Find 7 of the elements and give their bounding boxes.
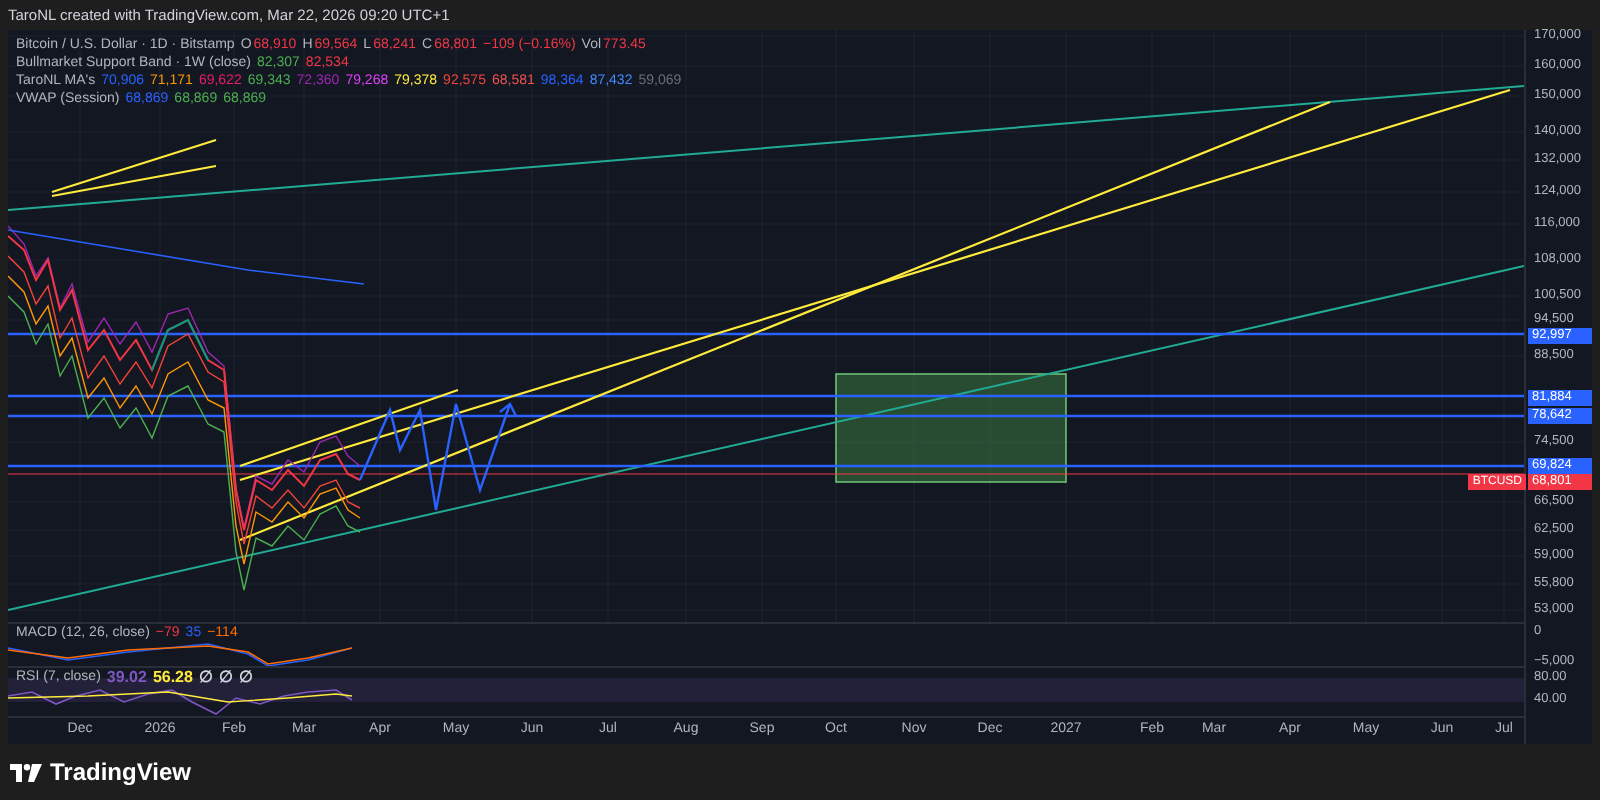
brand-name: TradingView [50, 756, 191, 790]
indicator-value: ∅ [218, 670, 233, 686]
indicator-value: 39.02 [106, 670, 147, 686]
indicator-value: ∅ [198, 670, 213, 686]
indicator-value: 56.28 [152, 670, 193, 686]
logo-icon [10, 763, 42, 781]
indicator-value: ∅ [238, 670, 253, 686]
